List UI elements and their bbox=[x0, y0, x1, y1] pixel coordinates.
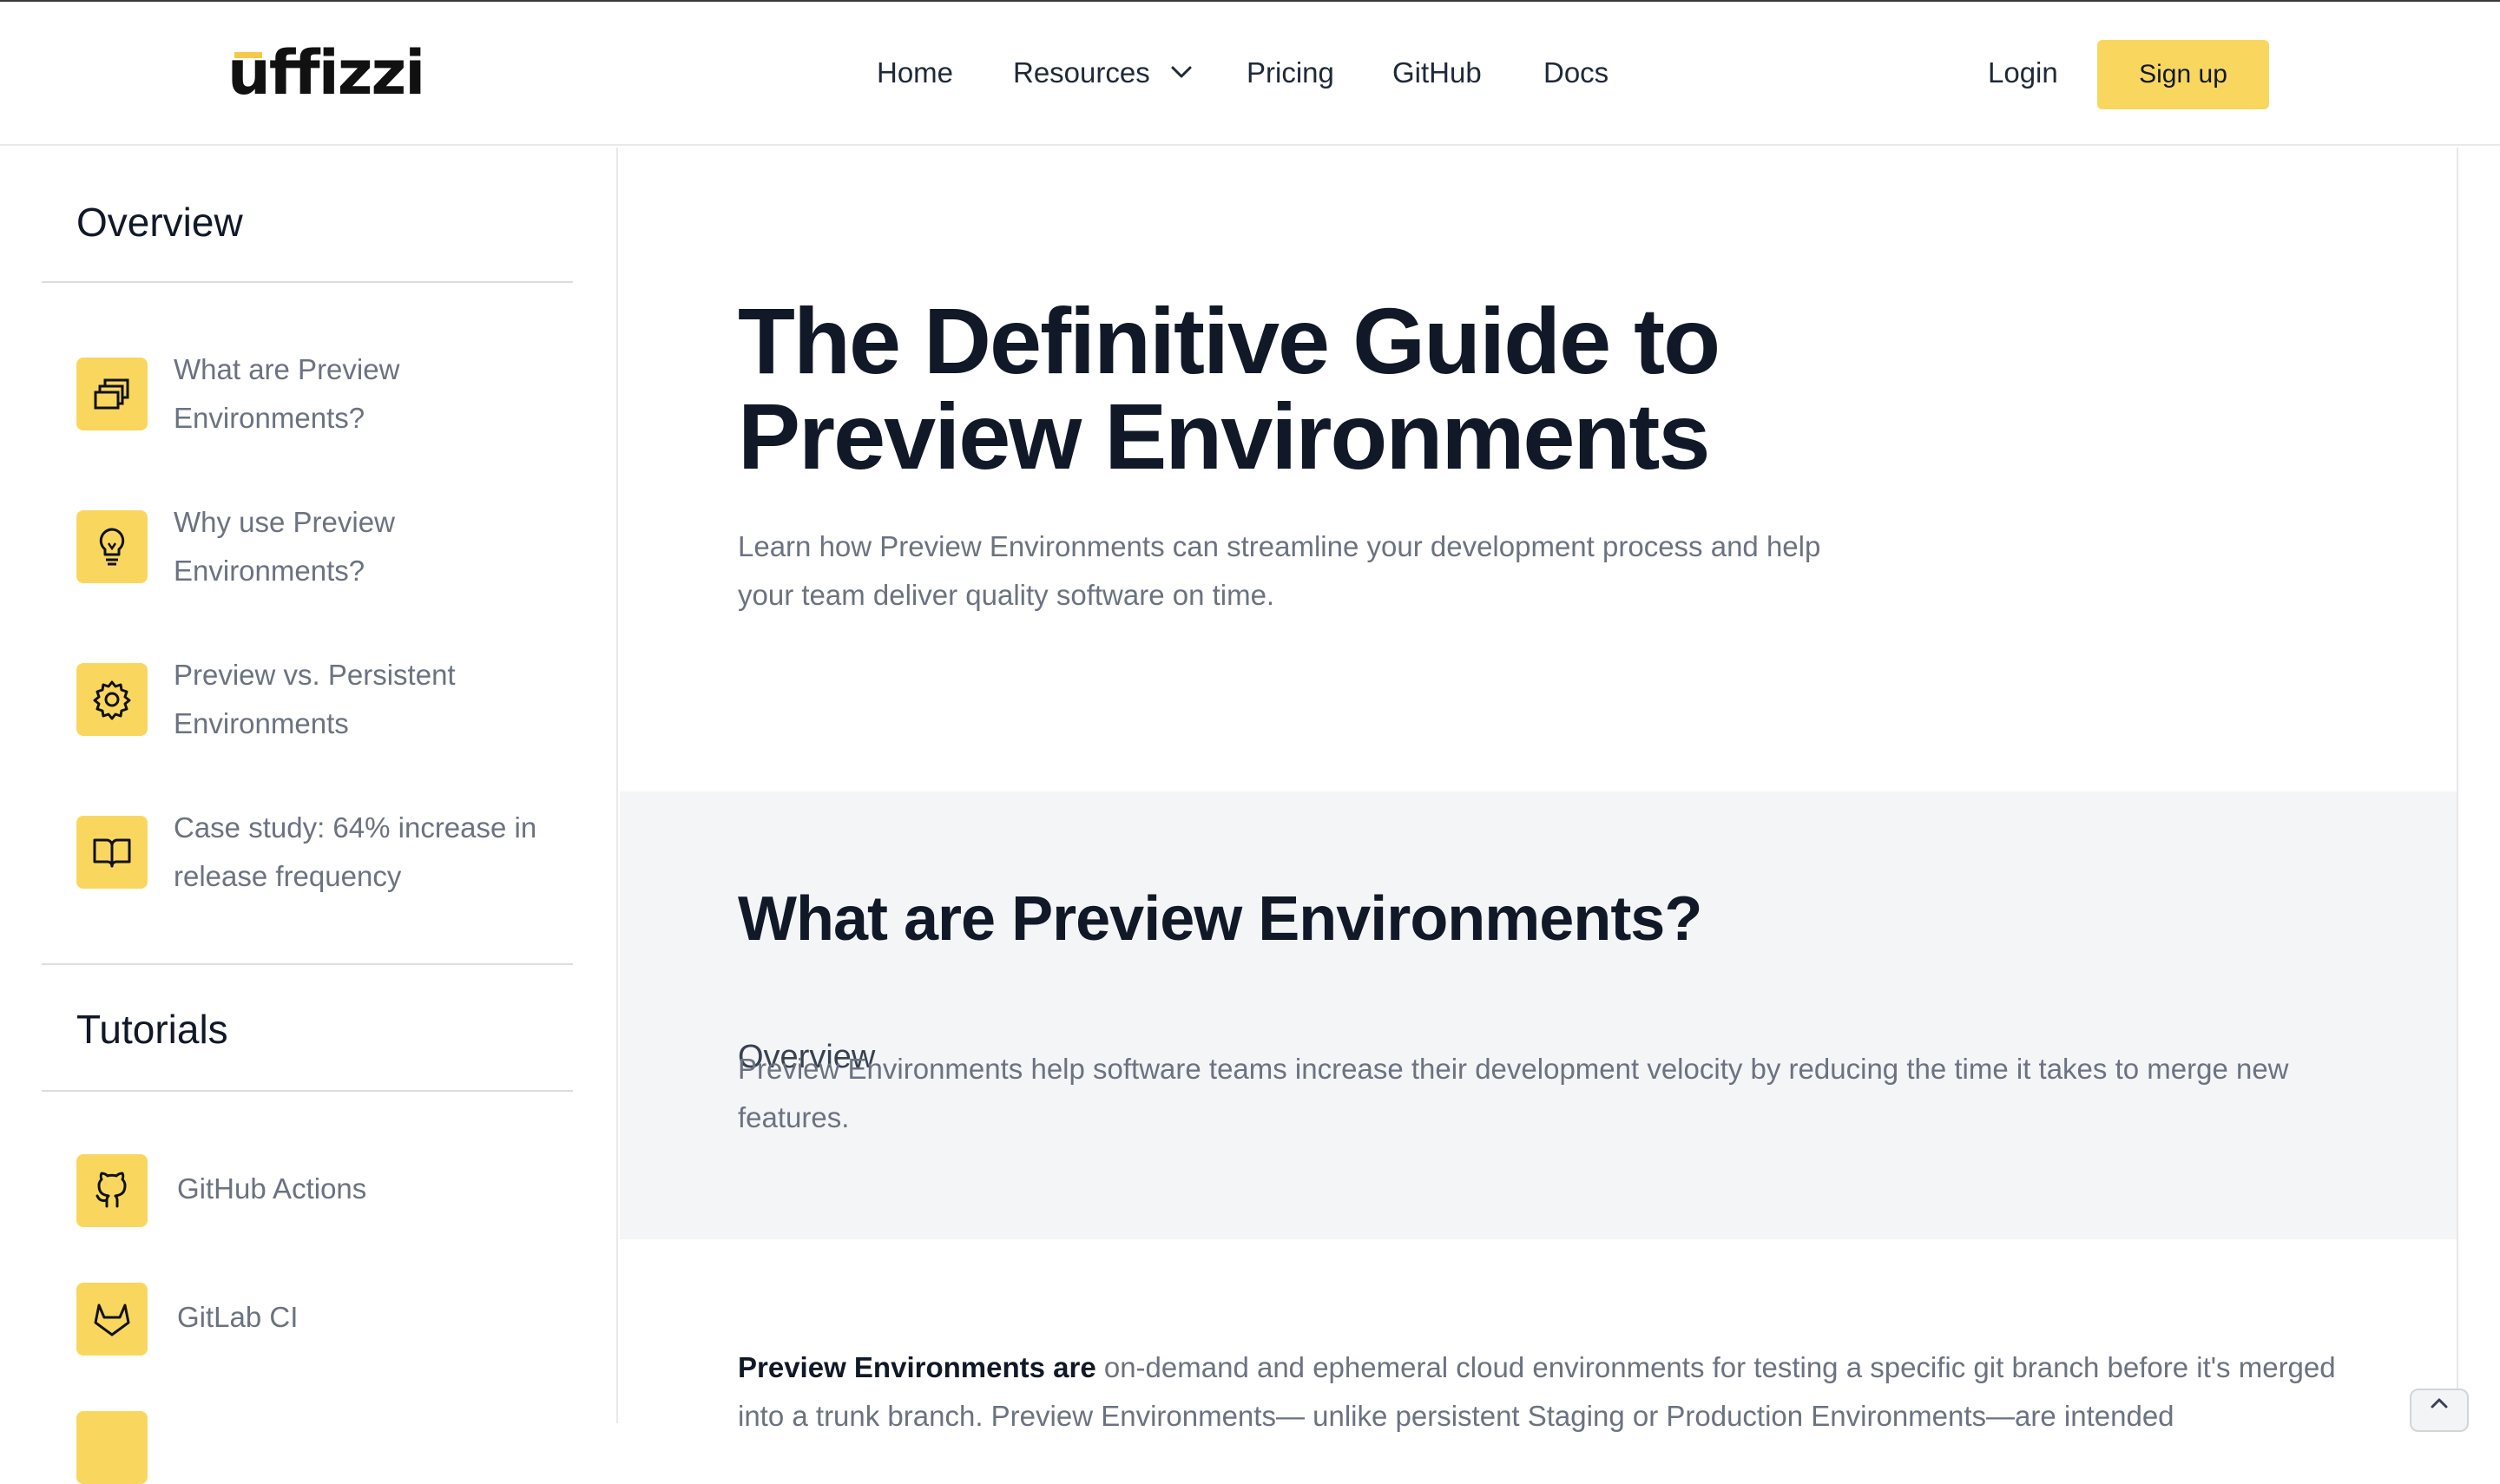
body-lead-bold: Preview Environments are bbox=[738, 1351, 1096, 1383]
section-subtitle: Preview Environments help software teams… bbox=[738, 1053, 2289, 1133]
nav-docs[interactable]: Docs bbox=[1543, 54, 1609, 92]
nav-github[interactable]: GitHub bbox=[1392, 54, 1482, 92]
uffizzi-logo[interactable]: uffizzi bbox=[227, 40, 425, 106]
sidebar-item-label: Why use Preview Environments? bbox=[174, 506, 395, 587]
sidebar-item-label: Preview vs. Persistent Environments bbox=[174, 659, 456, 739]
sidebar-divider bbox=[42, 963, 573, 965]
nav-pricing[interactable]: Pricing bbox=[1247, 54, 1334, 92]
sidebar-tutorials-title: Tutorials bbox=[76, 1007, 228, 1052]
sidebar-item-case-study[interactable]: Case study: 64% increase in release freq… bbox=[76, 811, 562, 901]
sidebar-item-label: Case study: 64% increase in release freq… bbox=[174, 811, 537, 892]
sidebar-item-label: What are Preview Environments? bbox=[174, 353, 400, 434]
windows-icon bbox=[76, 358, 148, 430]
nav-resources[interactable]: Resources bbox=[1013, 54, 1193, 92]
login-link[interactable]: Login bbox=[1988, 54, 2058, 92]
lightbulb-icon bbox=[76, 510, 148, 583]
page-title: The Definitive Guide to Preview Environm… bbox=[738, 288, 1720, 489]
logo-accent-bar bbox=[234, 52, 262, 58]
sidebar-item-why-use[interactable]: Why use Preview Environments? bbox=[76, 506, 562, 595]
site-header: uffizzi Home Resources Pricing GitHub Do… bbox=[0, 2, 2500, 146]
guide-main-content: The Definitive Guide to Preview Environm… bbox=[620, 148, 2457, 1432]
sidebar-item-preview-vs-persistent[interactable]: Preview vs. Persistent Environments bbox=[76, 659, 562, 748]
sidebar-item-what-are[interactable]: What are Preview Environments? bbox=[76, 353, 562, 443]
gitlab-icon bbox=[76, 1283, 148, 1356]
tutorial-icon bbox=[76, 1411, 148, 1484]
sidebar-divider bbox=[42, 1090, 573, 1092]
sidebar-overview-title: Overview bbox=[76, 200, 243, 245]
section-title: What are Preview Environments? bbox=[738, 884, 1702, 954]
page-subtitle: Learn how Preview Environments can strea… bbox=[738, 530, 1821, 611]
sidebar-item-gitlab-ci[interactable]: GitLab CI bbox=[76, 1283, 562, 1356]
sidebar-item-next[interactable] bbox=[76, 1411, 562, 1484]
github-icon bbox=[76, 1154, 148, 1227]
book-icon bbox=[76, 816, 148, 889]
sidebar-item-label: GitHub Actions bbox=[177, 1172, 367, 1205]
nav-resources-label: Resources bbox=[1013, 56, 1150, 89]
gear-icon bbox=[76, 663, 148, 736]
overview-section: Overview bbox=[620, 791, 2457, 1239]
nav-home[interactable]: Home bbox=[877, 54, 953, 92]
page-scrollbar-track[interactable] bbox=[2457, 148, 2500, 1423]
sidebar-item-github-actions[interactable]: GitHub Actions bbox=[76, 1154, 562, 1227]
sidebar-item-label: GitLab CI bbox=[177, 1301, 299, 1333]
chevron-down-icon bbox=[1171, 66, 1192, 78]
sidebar-divider bbox=[42, 281, 573, 283]
body-paragraph: Preview Environments are on-demand and e… bbox=[738, 1343, 2352, 1441]
signup-button[interactable]: Sign up bbox=[2097, 40, 2269, 109]
chevron-up-icon bbox=[2431, 1398, 2448, 1408]
guide-sidebar: Overview What are Preview Environments? … bbox=[0, 148, 618, 1484]
logo-text: uffizzi bbox=[227, 37, 425, 108]
scroll-to-top-button[interactable] bbox=[2410, 1389, 2469, 1432]
